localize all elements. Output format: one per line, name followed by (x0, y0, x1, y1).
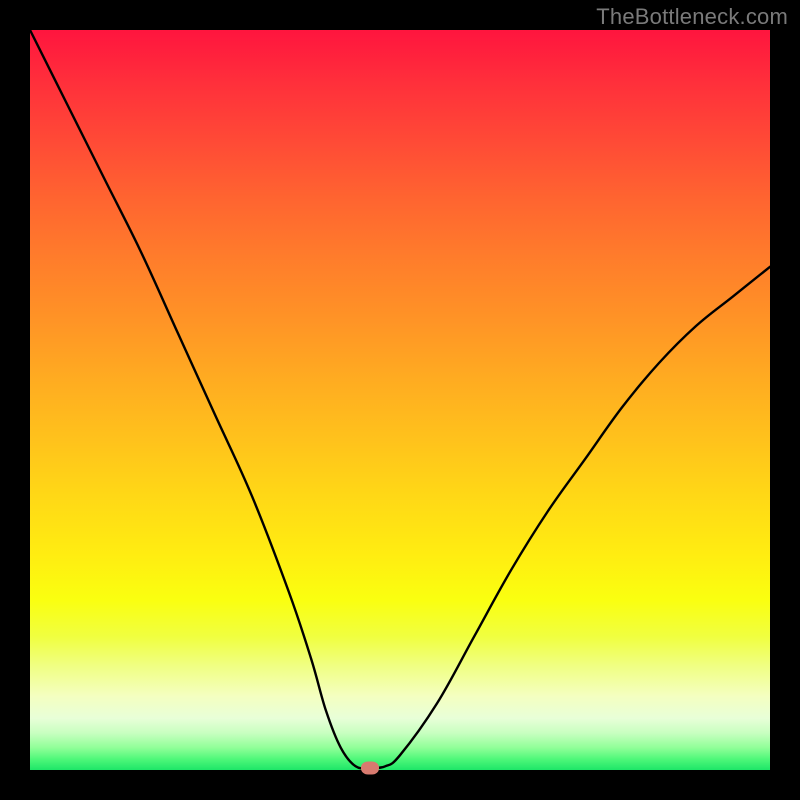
plot-area (30, 30, 770, 770)
watermark-label: TheBottleneck.com (596, 4, 788, 30)
bottleneck-curve (30, 30, 770, 770)
chart-frame: TheBottleneck.com (0, 0, 800, 800)
optimal-point-marker (361, 761, 379, 774)
